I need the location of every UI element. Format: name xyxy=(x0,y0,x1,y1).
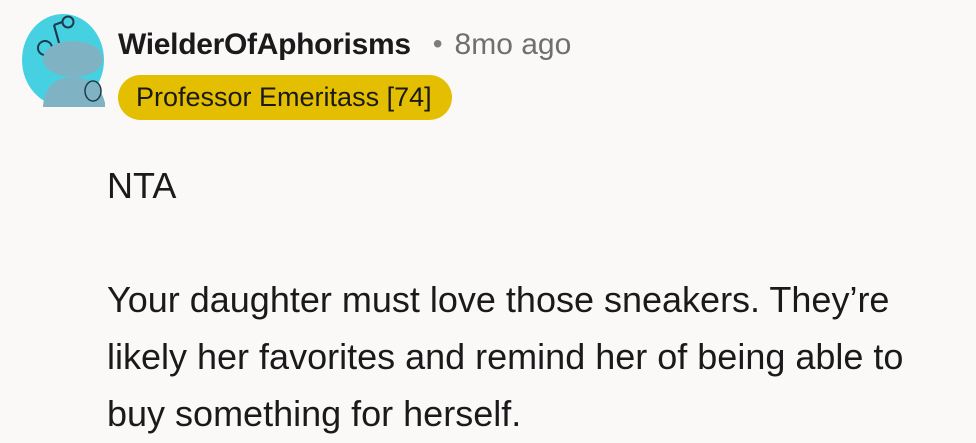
comment-header: WielderOfAphorisms • 8mo ago xyxy=(118,25,571,65)
comment: WielderOfAphorisms • 8mo ago Professor E… xyxy=(0,0,976,443)
separator-dot: • xyxy=(432,28,443,59)
avatar[interactable] xyxy=(21,13,106,107)
user-flair-text: Professor Emeritass [74] xyxy=(136,82,432,112)
username-link[interactable]: WielderOfAphorisms xyxy=(118,28,411,62)
comment-paragraph: Your daughter must love those sneakers. … xyxy=(107,279,904,434)
reddit-snoo-avatar-icon xyxy=(22,14,105,107)
timestamp[interactable]: 8mo ago xyxy=(455,28,572,62)
comment-body: NTA Your daughter must love those sneake… xyxy=(107,157,967,442)
user-flair-badge: Professor Emeritass [74] xyxy=(118,75,452,120)
comment-paragraph: NTA xyxy=(107,165,177,206)
